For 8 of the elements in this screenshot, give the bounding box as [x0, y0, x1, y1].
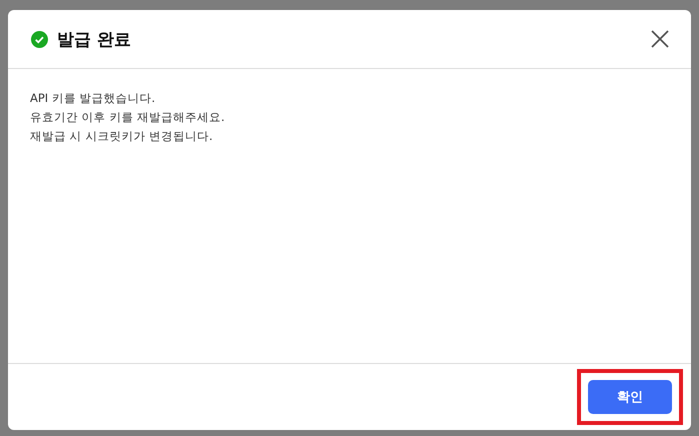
confirm-button[interactable]: 확인 — [588, 380, 672, 414]
message-line: API 키를 발급했습니다. — [30, 90, 156, 107]
message-line: 재발급 시 시크릿키가 변경됩니다. — [30, 128, 214, 145]
check-circle-icon — [31, 30, 48, 48]
close-button[interactable] — [651, 30, 669, 48]
message-line: 유효기간 이후 키를 재발급해주세요. — [30, 109, 226, 126]
dialog-title: 발급 완료 — [57, 28, 131, 50]
close-icon — [651, 30, 669, 48]
